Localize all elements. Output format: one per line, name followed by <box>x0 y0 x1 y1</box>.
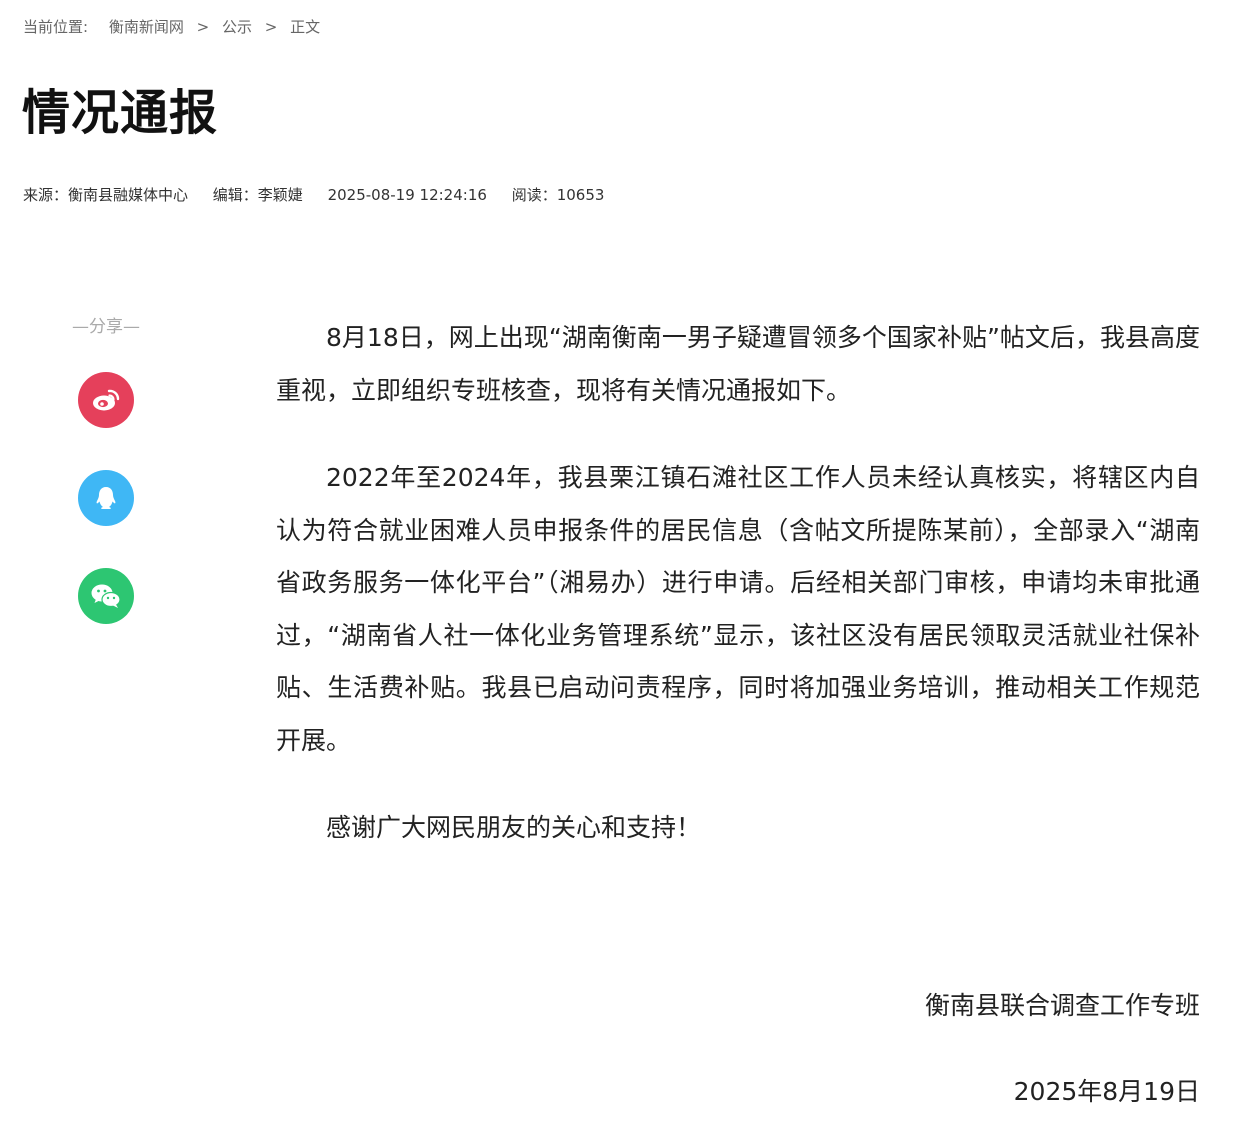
breadcrumb-current: 正文 <box>290 18 321 36</box>
article-body: 8月18日，网上出现“湖南衡南一男子疑遭冒领多个国家补贴”帖文后，我县高度重视，… <box>276 312 1200 855</box>
share-label: —分享— <box>72 317 140 337</box>
breadcrumb-link-notice[interactable]: 公示 <box>222 18 252 36</box>
article-meta: 来源：衡南县融媒体中心 编辑：李颖婕 2025-08-19 12:24:16 阅… <box>23 184 624 206</box>
page-title: 情况通报 <box>22 85 219 141</box>
signature-org: 衡南县联合调查工作专班 <box>924 991 1200 1020</box>
breadcrumb-separator: > <box>196 18 210 36</box>
meta-reads: 阅读：10653 <box>511 186 605 204</box>
share-qq-button[interactable] <box>78 470 134 526</box>
wechat-icon <box>91 584 121 608</box>
breadcrumb: 当前位置: 衡南新闻网 > 公示 > 正文 <box>23 16 320 38</box>
breadcrumb-lead: 当前位置: <box>23 18 89 36</box>
signature-date: 2025年8月19日 <box>1013 1077 1200 1106</box>
breadcrumb-link-home[interactable]: 衡南新闻网 <box>109 18 184 36</box>
meta-datetime: 2025-08-19 12:24:16 <box>327 186 487 204</box>
weibo-icon <box>93 389 120 411</box>
meta-editor: 编辑：李颖婕 <box>212 186 303 204</box>
article-signature: 衡南县联合调查工作专班 2025年8月19日 <box>925 980 1200 1118</box>
share-wechat-button[interactable] <box>78 568 134 624</box>
share-panel: —分享— <box>60 313 152 624</box>
meta-source: 来源：衡南县融媒体中心 <box>23 186 189 204</box>
share-weibo-button[interactable] <box>78 372 134 428</box>
qq-icon <box>96 487 116 509</box>
article-paragraph: 8月18日，网上出现“湖南衡南一男子疑遭冒领多个国家补贴”帖文后，我县高度重视，… <box>276 323 1200 405</box>
breadcrumb-separator: > <box>264 18 278 36</box>
article-paragraph: 感谢广大网民朋友的关心和支持！ <box>326 813 702 842</box>
article-paragraph: 2022年至2024年，我县栗江镇石滩社区工作人员未经认真核实，将辖区内自认为符… <box>276 463 1200 755</box>
